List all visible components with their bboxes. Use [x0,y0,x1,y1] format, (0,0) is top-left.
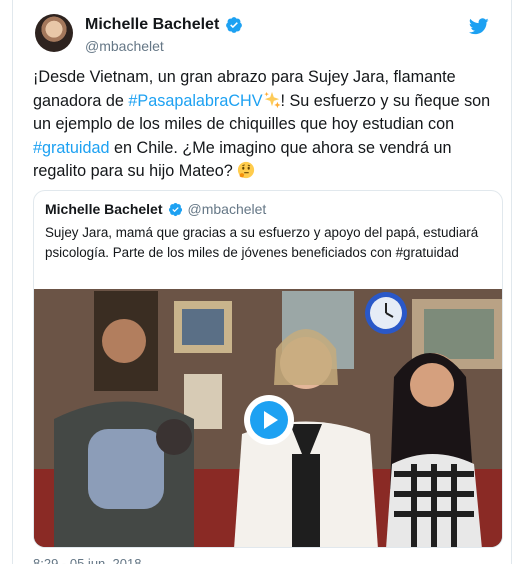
twitter-bird-icon[interactable] [469,18,489,35]
author-handle[interactable]: @mbachelet [85,38,164,54]
author-name[interactable]: Michelle Bachelet [85,16,219,34]
tweet-text: ¡Desde Vietnam, un gran abrazo para Suje… [33,66,503,184]
author-row: Michelle Bachelet [85,16,243,34]
play-button[interactable] [244,395,294,445]
hashtag-link[interactable]: #gratuidad [33,139,110,157]
video-thumbnail[interactable] [34,289,502,547]
tweet-timestamp[interactable]: 8:29 - 05 jun. 2018 [33,556,141,564]
quoted-tweet-text: Sujey Jara, mamá que gracias a su esfuer… [45,225,479,260]
tweet-card: Michelle Bachelet @mbachelet ¡Desde Viet… [12,0,512,564]
hashtag-link[interactable]: #PasapalabraCHV [128,92,262,110]
quoted-author-handle: @mbachelet [187,201,267,217]
avatar[interactable] [35,14,73,52]
quoted-author-name: Michelle Bachelet [45,201,163,217]
play-icon [250,401,288,439]
verified-badge-icon [168,202,182,216]
quoted-tweet-header: Michelle Bachelet @mbachelet [45,201,266,217]
verified-badge-icon [226,17,243,33]
quoted-tweet[interactable]: Michelle Bachelet @mbachelet Sujey Jara,… [33,190,503,548]
sparkles-emoji [263,91,281,108]
thinking-face-emoji [238,161,255,179]
